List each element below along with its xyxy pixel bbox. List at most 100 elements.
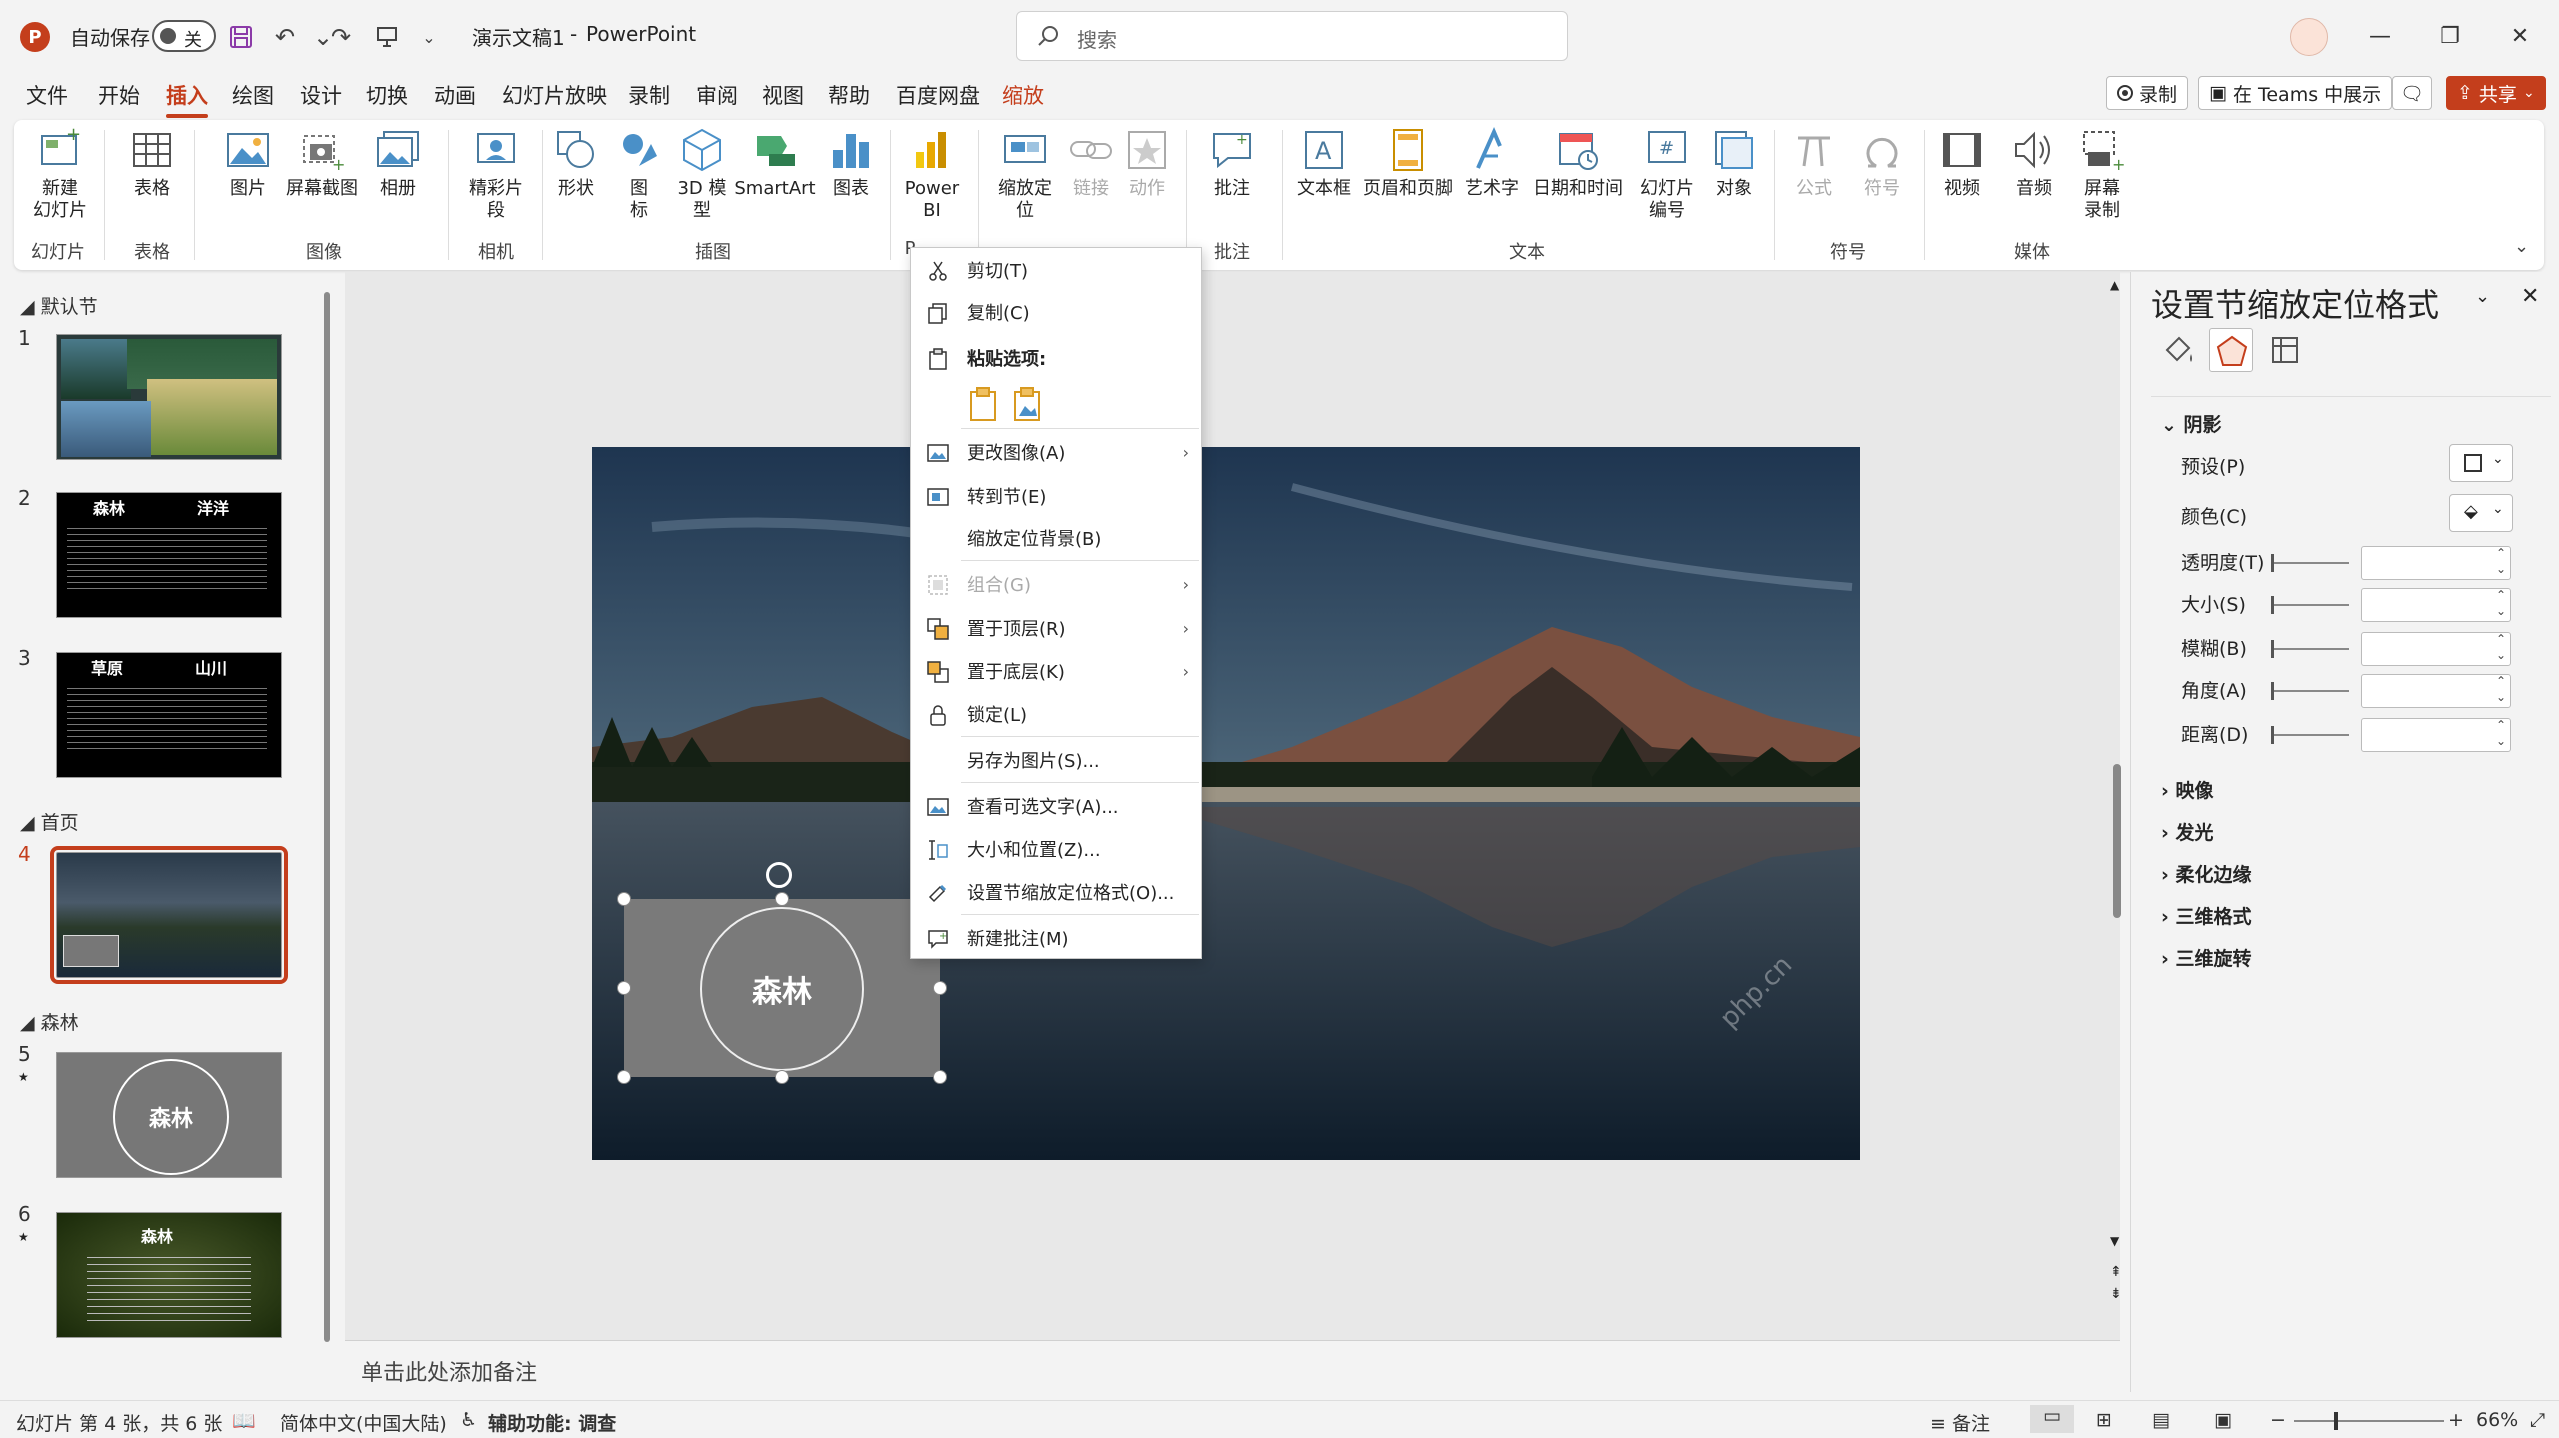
slide-thumbnail-3[interactable]: 草原 山川	[56, 652, 282, 778]
resize-handle[interactable]	[617, 892, 631, 906]
size-slider[interactable]	[2271, 596, 2349, 614]
chart-button[interactable]: 图表	[826, 126, 876, 200]
slideshow-icon[interactable]: ▣	[2214, 1409, 2232, 1431]
slide-number-button[interactable]: # 幻灯片 编号	[1632, 126, 1702, 222]
section-default[interactable]: ◢ 默认节	[20, 292, 98, 319]
menu-item-change-image[interactable]: 更改图像(A) ›	[911, 432, 1201, 472]
transparency-slider[interactable]	[2271, 554, 2349, 572]
pane-close-icon[interactable]: ✕	[2521, 284, 2539, 309]
redo-icon[interactable]: ↷	[324, 20, 358, 54]
effects-tab-icon[interactable]	[2209, 328, 2253, 372]
action-button[interactable]: 动作	[1122, 126, 1172, 200]
reading-view-icon[interactable]: ▤	[2152, 1409, 2170, 1431]
section-home[interactable]: ◢ 首页	[20, 808, 79, 835]
record-button[interactable]: 录制	[2106, 76, 2189, 110]
fill-line-tab-icon[interactable]	[2161, 332, 2197, 368]
resize-handle[interactable]	[775, 892, 789, 906]
screen-recording-button[interactable]: + 屏幕 录制	[2074, 126, 2130, 222]
tab-baidu[interactable]: 百度网盘	[896, 80, 980, 110]
textbox-button[interactable]: A 文本框	[1292, 126, 1356, 200]
tab-transitions[interactable]: 切换	[366, 80, 408, 110]
tab-review[interactable]: 审阅	[696, 80, 738, 110]
undo-icon[interactable]: ↶	[268, 20, 302, 54]
distance-slider[interactable]	[2271, 726, 2349, 744]
resize-handle[interactable]	[933, 981, 947, 995]
angle-slider[interactable]	[2271, 682, 2349, 700]
shadow-section-header[interactable]: ⌄ 阴影	[2161, 410, 2222, 437]
album-button[interactable]: 相册	[370, 126, 426, 200]
resize-handle[interactable]	[617, 981, 631, 995]
audio-button[interactable]: 音频	[2006, 126, 2062, 200]
slide-4[interactable]: php.cn 森林	[592, 447, 1860, 1160]
menu-item-group[interactable]: 组合(G) ›	[911, 564, 1201, 604]
menu-item-goto-section[interactable]: 转到节(E)	[911, 476, 1201, 516]
save-icon[interactable]	[224, 20, 258, 54]
screenshot-button[interactable]: + 屏幕截图	[282, 126, 362, 200]
language-indicator[interactable]: 简体中文(中国大陆)	[280, 1409, 447, 1436]
menu-item-cut[interactable]: 剪切(T)	[911, 250, 1201, 290]
blur-spinner[interactable]	[2361, 631, 2511, 666]
notes-area[interactable]: 单击此处添加备注	[345, 1340, 2120, 1396]
pane-options-chevron-icon[interactable]: ⌄	[2475, 286, 2490, 307]
transparency-spinner[interactable]	[2361, 545, 2511, 580]
slide-thumbnail-4[interactable]	[50, 846, 288, 984]
symbol-button[interactable]: 符号	[1854, 126, 1910, 200]
section-zoom-object[interactable]: 森林	[624, 899, 940, 1077]
slides-scrollbar[interactable]	[322, 278, 332, 1378]
slide-thumbnail-6[interactable]: 森林	[56, 1212, 282, 1338]
wordart-button[interactable]: 艺术字	[1460, 126, 1524, 200]
menu-item-zoom-background[interactable]: 缩放定位背景(B)	[911, 518, 1201, 558]
menu-item-copy[interactable]: 复制(C)	[911, 292, 1201, 332]
user-avatar[interactable]	[2290, 18, 2328, 56]
fit-to-window-icon[interactable]: ⤢	[2530, 1409, 2545, 1431]
accessibility-status[interactable]: 辅助功能: 调查	[488, 1409, 616, 1436]
slide-thumbnail-5[interactable]: 森林	[56, 1052, 282, 1178]
minimize-icon[interactable]: —	[2360, 16, 2400, 56]
tab-animations[interactable]: 动画	[434, 80, 476, 110]
tab-draw[interactable]: 绘图	[232, 80, 274, 110]
tab-help[interactable]: 帮助	[828, 80, 870, 110]
section-forest[interactable]: ◢ 森林	[20, 1008, 79, 1035]
zoom-slider[interactable]	[2294, 1412, 2444, 1430]
angle-spinner[interactable]	[2361, 673, 2511, 708]
shadow-color-dropdown[interactable]: ⬙ ⌄	[2449, 494, 2513, 532]
menu-item-size-position[interactable]: 大小和位置(Z)...	[911, 829, 1201, 869]
customize-qat-icon[interactable]: ⌄	[412, 20, 446, 54]
3d-model-button[interactable]: 3D 模 型	[670, 126, 734, 222]
tab-file[interactable]: 文件	[26, 80, 68, 110]
3d-format-section-header[interactable]: › 三维格式	[2161, 902, 2251, 929]
icons-button[interactable]: 图 标	[614, 126, 664, 222]
zoom-out-icon[interactable]: −	[2270, 1409, 2286, 1431]
blur-slider[interactable]	[2271, 640, 2349, 658]
shapes-button[interactable]: 形状	[548, 126, 604, 200]
size-properties-tab-icon[interactable]	[2267, 332, 2303, 368]
slide-thumbnail-2[interactable]: 森林 洋洋	[56, 492, 282, 618]
table-button[interactable]: 表格	[124, 126, 180, 200]
distance-spinner[interactable]	[2361, 717, 2511, 752]
link-button[interactable]: 链接	[1066, 126, 1116, 200]
tab-home[interactable]: 开始	[98, 80, 140, 110]
present-icon[interactable]	[370, 20, 404, 54]
smartart-button[interactable]: SmartArt	[730, 126, 820, 200]
powerbi-button[interactable]: Power BI	[900, 126, 964, 222]
tab-insert[interactable]: 插入	[166, 80, 208, 118]
restore-icon[interactable]: ❐	[2430, 16, 2470, 56]
menu-item-lock[interactable]: 锁定(L)	[911, 694, 1201, 734]
cameo-button[interactable]: 精彩片 段	[458, 126, 534, 222]
glow-section-header[interactable]: › 发光	[2161, 818, 2213, 845]
datetime-button[interactable]: 日期和时间	[1528, 126, 1628, 200]
soft-edges-section-header[interactable]: › 柔化边缘	[2161, 860, 2251, 887]
menu-item-bring-front[interactable]: 置于顶层(R) ›	[911, 608, 1201, 648]
comment-button[interactable]: + 批注	[1202, 126, 1262, 200]
tab-slideshow[interactable]: 幻灯片放映	[502, 80, 607, 110]
spellcheck-icon[interactable]: 📖	[232, 1409, 256, 1432]
3d-rotation-section-header[interactable]: › 三维旋转	[2161, 944, 2251, 971]
rotate-handle-icon[interactable]	[766, 862, 792, 888]
autosave-toggle[interactable]: 关	[152, 20, 216, 52]
slide-sorter-icon[interactable]: ⊞	[2096, 1409, 2112, 1431]
tab-design[interactable]: 设计	[300, 80, 342, 110]
equation-button[interactable]: 公式	[1786, 126, 1842, 200]
normal-view-icon[interactable]: ▭	[2030, 1405, 2074, 1433]
tab-view[interactable]: 视图	[762, 80, 804, 110]
menu-item-alt-text[interactable]: 查看可选文字(A)...	[911, 786, 1201, 826]
